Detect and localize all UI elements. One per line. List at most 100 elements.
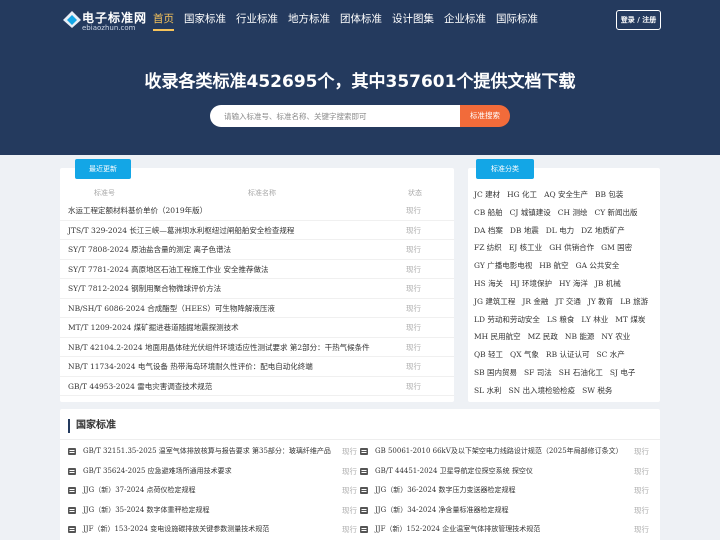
standard-link[interactable]: JJG（新）36-2024 数字压力变送器检定规程: [375, 485, 516, 495]
category-link[interactable]: GM 国密: [601, 243, 632, 252]
list-item[interactable]: JJG（新）37-2024 点荷仪检定规程 现行: [68, 481, 358, 501]
standard-link[interactable]: JTS/T 329-2024 长江三峡—葛洲坝水利枢纽过闸船舶安全检查规程: [68, 225, 294, 236]
category-link[interactable]: SB 国内贸易: [474, 368, 517, 377]
category-link[interactable]: SN 出入境检验检疫: [509, 386, 576, 395]
category-link[interactable]: CB 船舶: [474, 208, 503, 217]
category-link[interactable]: HS 海关: [474, 279, 503, 288]
standard-link[interactable]: SY/T 7808-2024 原油盐含量的测定 离子色谱法: [68, 244, 231, 255]
category-link[interactable]: MH 民用航空: [474, 332, 521, 341]
category-link[interactable]: SW 税务: [582, 386, 612, 395]
table-row[interactable]: NB/T 11734-2024 电气设备 热带海岛环境耐久性评价：配电自动化终端…: [60, 357, 454, 377]
list-item[interactable]: GB 50061-2010 66kV及以下架空电力线路设计规范（2025年局部修…: [360, 442, 650, 462]
category-link[interactable]: GA 公共安全: [576, 261, 620, 270]
standard-link[interactable]: NB/SH/T 6086-2024 合成酯型（HEES）可生物降解液压液: [68, 303, 275, 314]
category-link[interactable]: JT 交通: [555, 297, 580, 306]
category-link[interactable]: QB 轻工: [474, 350, 503, 359]
nav-industry-standards[interactable]: 行业标准: [231, 0, 283, 40]
standard-link[interactable]: SY/T 7812-2024 钢制用聚合物微球评价方法: [68, 283, 221, 294]
list-item[interactable]: JJG（新）34-2024 净含量标准器检定规程 现行: [360, 501, 650, 521]
table-row[interactable]: JTS/T 329-2024 长江三峡—葛洲坝水利枢纽过闸船舶安全检查规程 现行: [60, 221, 454, 240]
list-item[interactable]: JJG（新）36-2024 数字压力变送器检定规程 现行: [360, 481, 650, 501]
table-row[interactable]: NB/SH/T 6086-2024 合成酯型（HEES）可生物降解液压液 现行: [60, 299, 454, 318]
standard-link[interactable]: JJG（新）34-2024 净含量标准器检定规程: [375, 505, 509, 515]
category-link[interactable]: GY 广播电影电视: [474, 261, 532, 270]
standard-link[interactable]: GB/T 35624-2025 应急避难场所通用技术要求: [83, 466, 232, 476]
category-link[interactable]: HJ 环境保护: [510, 279, 552, 288]
table-row[interactable]: SY/T 7812-2024 钢制用聚合物微球评价方法 现行: [60, 279, 454, 299]
category-link[interactable]: QX 气象: [510, 350, 539, 359]
table-row[interactable]: SY/T 7781-2024 高原地区石油工程施工作业 安全推荐做法 现行: [60, 260, 454, 279]
table-row[interactable]: GB/T 44953-2024 雷电灾害调查技术规范 现行: [60, 377, 454, 396]
nav-group-standards[interactable]: 团体标准: [335, 0, 387, 40]
category-link[interactable]: SJ 电子: [610, 368, 636, 377]
category-link[interactable]: DZ 地质矿产: [581, 226, 625, 235]
list-item[interactable]: JJF（新）152-2024 企业温室气体排放管理技术规范 现行: [360, 520, 650, 540]
list-item[interactable]: GB/T 44451-2024 卫星导航定位探空系统 探空仪 现行: [360, 462, 650, 482]
list-item[interactable]: GB/T 32151.35-2025 温室气体排放核算与报告要求 第35部分：玻…: [68, 442, 358, 462]
category-link[interactable]: DL 电力: [546, 226, 574, 235]
standard-link[interactable]: JJG（新）37-2024 点荷仪检定规程: [83, 485, 196, 495]
list-item[interactable]: JJG（新）35-2024 数字体重秤检定规程 现行: [68, 501, 358, 521]
standard-link[interactable]: GB/T 44953-2024 雷电灾害调查技术规范: [68, 381, 212, 392]
site-logo[interactable]: 电子标准网 ebiaozhun.com: [62, 8, 146, 34]
table-row[interactable]: SY/T 7808-2024 原油盐含量的测定 离子色谱法 现行: [60, 240, 454, 260]
category-link[interactable]: JG 建筑工程: [474, 297, 515, 306]
standard-categories-tab[interactable]: 标准分类: [476, 159, 534, 179]
latest-updates-tab[interactable]: 最近更新: [75, 159, 131, 179]
nav-local-standards[interactable]: 地方标准: [283, 0, 335, 40]
standard-link[interactable]: NB/T 11734-2024 电气设备 热带海岛环境耐久性评价：配电自动化终端: [68, 361, 313, 372]
category-link[interactable]: GH 供销合作: [549, 243, 594, 252]
category-link[interactable]: DB 地震: [510, 226, 539, 235]
category-link[interactable]: HB 航空: [539, 261, 568, 270]
standard-link[interactable]: NB/T 42104.2-2024 地面用晶体硅光伏组件环境适应性测试要求 第2…: [68, 342, 370, 353]
category-link[interactable]: SF 司法: [524, 368, 552, 377]
category-link[interactable]: SC 水产: [596, 350, 624, 359]
nav-international-standards[interactable]: 国际标准: [491, 0, 543, 40]
category-link[interactable]: LB 旅游: [620, 297, 648, 306]
category-link[interactable]: HY 海洋: [559, 279, 588, 288]
category-link[interactable]: SH 石油化工: [559, 368, 603, 377]
category-link[interactable]: JB 机械: [595, 279, 621, 288]
category-link[interactable]: LS 粮食: [547, 315, 575, 324]
category-link[interactable]: JC 建材: [474, 190, 500, 199]
category-link[interactable]: MT 煤炭: [615, 315, 645, 324]
standard-link[interactable]: 水运工程定额材料基价单价（2019年版）: [68, 205, 207, 216]
category-link[interactable]: BB 包装: [595, 190, 623, 199]
search-input[interactable]: [210, 105, 460, 127]
table-row[interactable]: MT/T 1209-2024 煤矿掘进巷道随掘地震探测技术 现行: [60, 318, 454, 338]
category-link[interactable]: LD 劳动和劳动安全: [474, 315, 540, 324]
standard-link[interactable]: SY/T 7781-2024 高原地区石油工程施工作业 安全推荐做法: [68, 264, 268, 275]
search-button[interactable]: 标准搜索: [460, 105, 510, 127]
category-link[interactable]: NB 能源: [565, 332, 594, 341]
standard-link[interactable]: JJF（新）152-2024 企业温室气体排放管理技术规范: [375, 524, 540, 534]
login-register-button[interactable]: 登录 / 注册: [616, 10, 661, 30]
category-link[interactable]: RB 认证认可: [546, 350, 590, 359]
category-link[interactable]: SL 水利: [474, 386, 502, 395]
list-item[interactable]: JJF（新）153-2024 变电设施碳排放关键参数测量技术规范 现行: [68, 520, 358, 540]
category-link[interactable]: HG 化工: [507, 190, 537, 199]
category-link[interactable]: JR 金融: [522, 297, 548, 306]
standard-link[interactable]: GB/T 44451-2024 卫星导航定位探空系统 探空仪: [375, 466, 533, 476]
standard-link[interactable]: GB 50061-2010 66kV及以下架空电力线路设计规范（2025年局部修…: [375, 446, 623, 456]
list-item[interactable]: GB/T 35624-2025 应急避难场所通用技术要求 现行: [68, 462, 358, 482]
category-link[interactable]: CH 测绘: [558, 208, 588, 217]
category-link[interactable]: FZ 纺织: [474, 243, 502, 252]
standard-link[interactable]: JJG（新）35-2024 数字体重秤检定规程: [83, 505, 210, 515]
standard-link[interactable]: GB/T 32151.35-2025 温室气体排放核算与报告要求 第35部分：玻…: [83, 446, 331, 456]
category-link[interactable]: CJ 城镇建设: [510, 208, 551, 217]
nav-design-atlas[interactable]: 设计图集: [387, 0, 439, 40]
standard-link[interactable]: MT/T 1209-2024 煤矿掘进巷道随掘地震探测技术: [68, 322, 239, 333]
category-link[interactable]: AQ 安全生产: [544, 190, 588, 199]
standard-link[interactable]: JJF（新）153-2024 变电设施碳排放关键参数测量技术规范: [83, 524, 269, 534]
table-row[interactable]: NB/T 42104.2-2024 地面用晶体硅光伏组件环境适应性测试要求 第2…: [60, 338, 454, 357]
nav-enterprise-standards[interactable]: 企业标准: [439, 0, 491, 40]
category-link[interactable]: LY 林业: [581, 315, 608, 324]
table-row[interactable]: 水运工程定额材料基价单价（2019年版） 现行: [60, 201, 454, 221]
category-link[interactable]: MZ 民政: [528, 332, 558, 341]
category-link[interactable]: NY 农业: [601, 332, 630, 341]
category-link[interactable]: CY 新闻出版: [594, 208, 637, 217]
category-link[interactable]: DA 档案: [474, 226, 503, 235]
category-link[interactable]: JY 教育: [588, 297, 613, 306]
category-link[interactable]: EJ 核工业: [509, 243, 542, 252]
nav-national-standards[interactable]: 国家标准: [179, 0, 231, 40]
